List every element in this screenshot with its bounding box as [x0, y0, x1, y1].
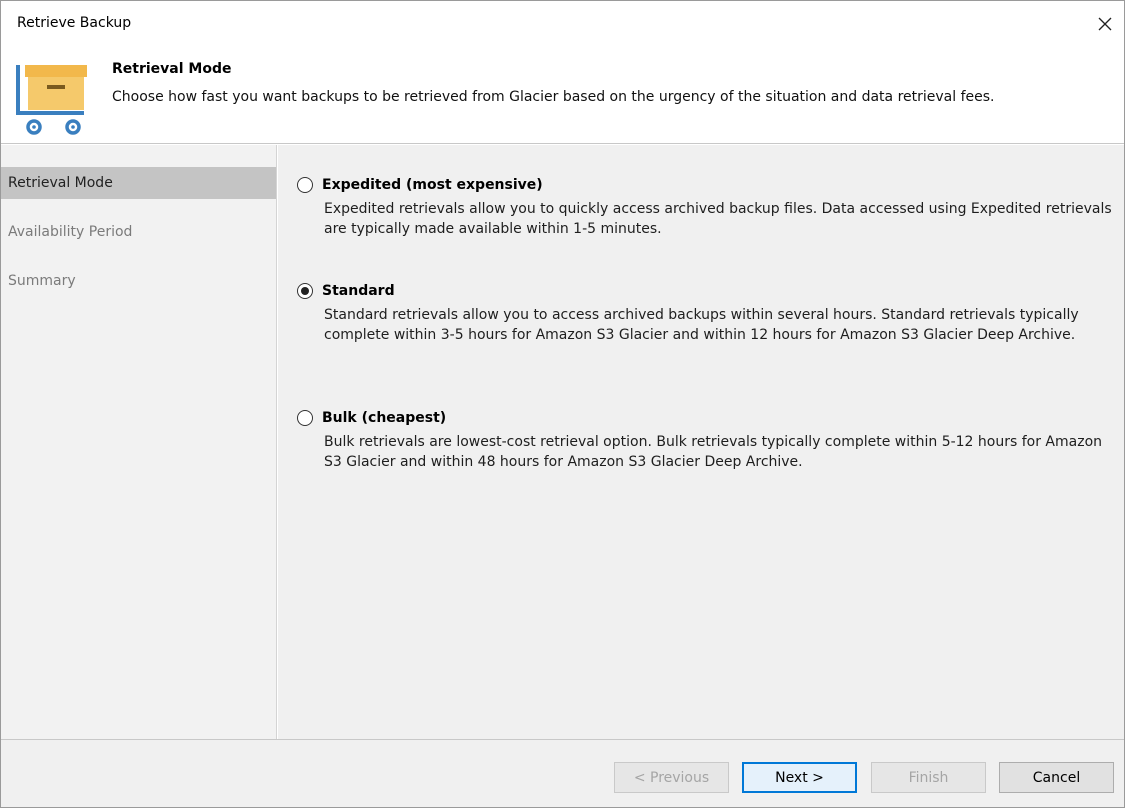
- standard-radio[interactable]: [297, 283, 313, 299]
- radio-selected-dot: [301, 287, 309, 295]
- standard-description: Standard retrievals allow you to access …: [324, 307, 1079, 343]
- step-availability-period[interactable]: Availability Period: [1, 216, 276, 248]
- bulk-label[interactable]: Bulk (cheapest): [322, 410, 446, 426]
- close-icon[interactable]: [1092, 11, 1118, 37]
- option-expedited: Expedited (most expensive) Expedited ret…: [297, 177, 1117, 239]
- bulk-description: Bulk retrievals are lowest-cost retrieva…: [324, 434, 1103, 470]
- page-title: Retrieval Mode: [112, 61, 232, 77]
- step-retrieval-mode[interactable]: Retrieval Mode: [1, 167, 276, 199]
- archive-box-cart-icon: [16, 65, 87, 135]
- bulk-radio[interactable]: [297, 410, 313, 426]
- standard-label[interactable]: Standard: [322, 283, 395, 299]
- next-button[interactable]: Next >: [742, 762, 857, 793]
- option-standard: Standard Standard retrievals allow you t…: [297, 283, 1117, 345]
- cancel-button[interactable]: Cancel: [999, 762, 1114, 793]
- expedited-radio-row[interactable]: Expedited (most expensive): [297, 177, 1117, 193]
- standard-radio-row[interactable]: Standard: [297, 283, 1117, 299]
- retrieve-backup-dialog: Retrieve Backup Retrieval Mode Choose ho…: [0, 0, 1125, 808]
- finish-button[interactable]: Finish: [871, 762, 986, 793]
- retrieval-mode-panel: Expedited (most expensive) Expedited ret…: [278, 145, 1124, 739]
- expedited-radio[interactable]: [297, 177, 313, 193]
- wizard-footer: < Previous Next > Finish Cancel: [1, 739, 1124, 807]
- step-summary[interactable]: Summary: [1, 265, 276, 297]
- window-title: Retrieve Backup: [17, 15, 132, 31]
- page-description: Choose how fast you want backups to be r…: [112, 89, 995, 105]
- wizard-header: Retrieval Mode Choose how fast you want …: [1, 47, 1124, 144]
- title-bar: Retrieve Backup: [1, 1, 1124, 47]
- wizard-steps-sidebar: Retrieval Mode Availability Period Summa…: [1, 145, 277, 739]
- previous-button[interactable]: < Previous: [614, 762, 729, 793]
- expedited-label[interactable]: Expedited (most expensive): [322, 177, 543, 193]
- bulk-radio-row[interactable]: Bulk (cheapest): [297, 410, 1117, 426]
- option-bulk: Bulk (cheapest) Bulk retrievals are lowe…: [297, 410, 1117, 472]
- expedited-description: Expedited retrievals allow you to quickl…: [324, 201, 1112, 237]
